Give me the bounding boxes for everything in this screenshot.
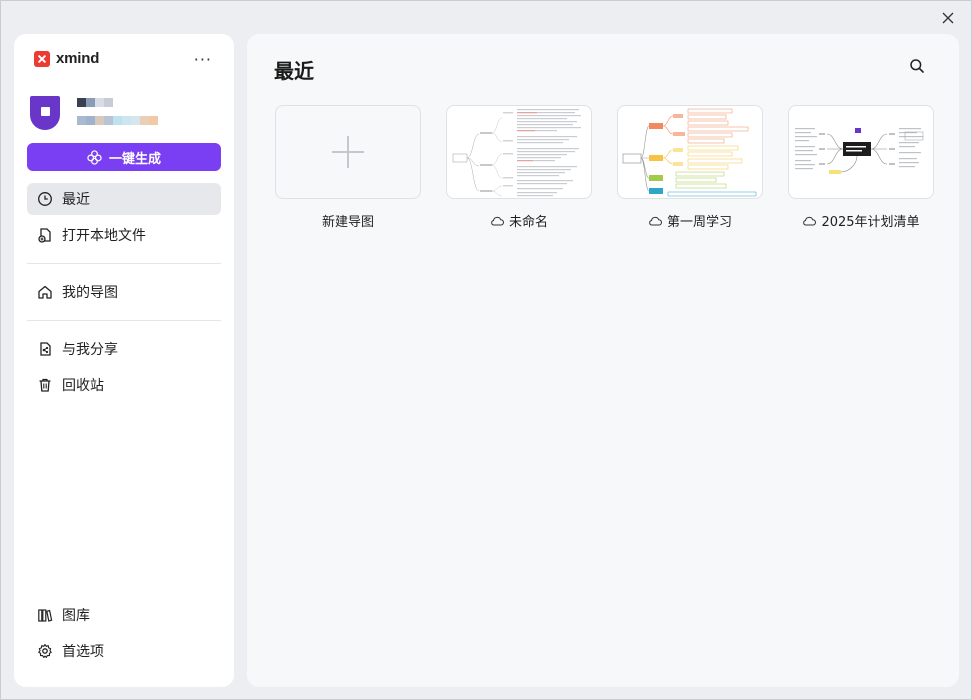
map-thumbnail — [788, 105, 934, 199]
mindmap-preview — [452, 109, 581, 197]
sidebar-item-open-local[interactable]: 打开本地文件 — [27, 219, 221, 251]
sidebar-item-label: 首选项 — [62, 644, 104, 660]
recent-files-grid: 新建导图 未命名 第一周学习 2025年计划清单 — [275, 105, 934, 230]
page-title: 最近 — [274, 59, 314, 83]
user-name-redacted — [77, 98, 113, 107]
sidebar-item-trash[interactable]: 回收站 — [27, 369, 221, 401]
new-map-thumbnail — [275, 105, 421, 199]
sidebar-item-library[interactable]: 图库 — [27, 599, 221, 631]
shared-file-icon — [37, 341, 53, 357]
search-icon — [910, 59, 924, 73]
sidebar-item-my-maps[interactable]: 我的导图 — [27, 276, 221, 308]
trash-icon — [37, 377, 53, 393]
cloud-icon — [491, 216, 504, 225]
card-title: 2025年计划清单 — [821, 215, 920, 230]
card-title: 未命名 — [508, 215, 548, 230]
app-window: xmind ··· 一键生成 最近 打开本地文件 我的导图 与我分享 回收站 图… — [0, 0, 972, 700]
sidebar-item-label: 打开本地文件 — [62, 228, 146, 244]
gear-icon — [37, 643, 53, 659]
file-card-first-week[interactable]: 第一周学习 — [617, 105, 763, 230]
sidebar-item-recent[interactable]: 最近 — [27, 183, 221, 215]
user-profile[interactable] — [30, 96, 220, 132]
sidebar-item-label: 我的导图 — [62, 285, 118, 301]
one-click-generate-button[interactable]: 一键生成 — [27, 143, 221, 171]
file-card-2025-plan[interactable]: 2025年计划清单 — [788, 105, 934, 230]
map-thumbnail — [617, 105, 763, 199]
card-title: 第一周学习 — [666, 215, 732, 230]
file-card-untitled[interactable]: 未命名 — [446, 105, 592, 230]
divider — [27, 263, 221, 264]
mindmap-preview — [795, 128, 924, 174]
more-options-button[interactable]: ··· — [194, 50, 212, 69]
close-icon — [942, 12, 954, 24]
sidebar-item-label: 图库 — [62, 608, 90, 624]
brand-name: xmind — [56, 50, 100, 67]
avatar — [30, 96, 60, 130]
ai-flower-icon — [87, 149, 102, 165]
sidebar-item-label: 最近 — [62, 192, 90, 208]
plus-icon — [332, 136, 364, 168]
clock-icon — [37, 191, 53, 207]
more-dots-icon: ··· — [193, 50, 212, 69]
open-file-icon — [37, 227, 53, 243]
divider — [27, 320, 221, 321]
search-button[interactable] — [909, 58, 927, 76]
library-icon — [37, 607, 53, 623]
card-title: 新建导图 — [321, 215, 374, 230]
sidebar: xmind ··· 一键生成 最近 打开本地文件 我的导图 与我分享 回收站 图… — [14, 34, 234, 687]
map-thumbnail — [446, 105, 592, 199]
card-label: 2025年计划清单 — [788, 211, 934, 230]
nav-group-primary: 最近 打开本地文件 — [27, 183, 221, 255]
home-icon — [37, 284, 53, 300]
nav-group-maps: 我的导图 — [27, 276, 221, 312]
user-email-redacted — [77, 116, 158, 125]
card-label: 第一周学习 — [617, 211, 763, 230]
new-map-card[interactable]: 新建导图 — [275, 105, 421, 230]
nav-group-secondary: 与我分享 回收站 — [27, 333, 221, 405]
cloud-icon — [649, 216, 662, 225]
sidebar-item-shared[interactable]: 与我分享 — [27, 333, 221, 365]
card-label: 新建导图 — [275, 211, 421, 230]
sidebar-item-label: 与我分享 — [62, 342, 118, 358]
generate-label: 一键生成 — [108, 151, 161, 167]
sidebar-item-preferences[interactable]: 首选项 — [27, 635, 221, 667]
cloud-icon — [803, 216, 817, 225]
close-button[interactable] — [939, 9, 957, 27]
card-label: 未命名 — [446, 211, 592, 230]
sidebar-item-label: 回收站 — [62, 378, 104, 394]
mindmap-preview — [622, 108, 757, 197]
xmind-logo-icon — [34, 50, 50, 67]
nav-group-bottom: 图库 首选项 — [27, 599, 221, 671]
brand: xmind — [34, 50, 99, 67]
main-panel: 最近 新建导图 未命名 第一周学习 2025年计划清单 — [247, 34, 959, 687]
